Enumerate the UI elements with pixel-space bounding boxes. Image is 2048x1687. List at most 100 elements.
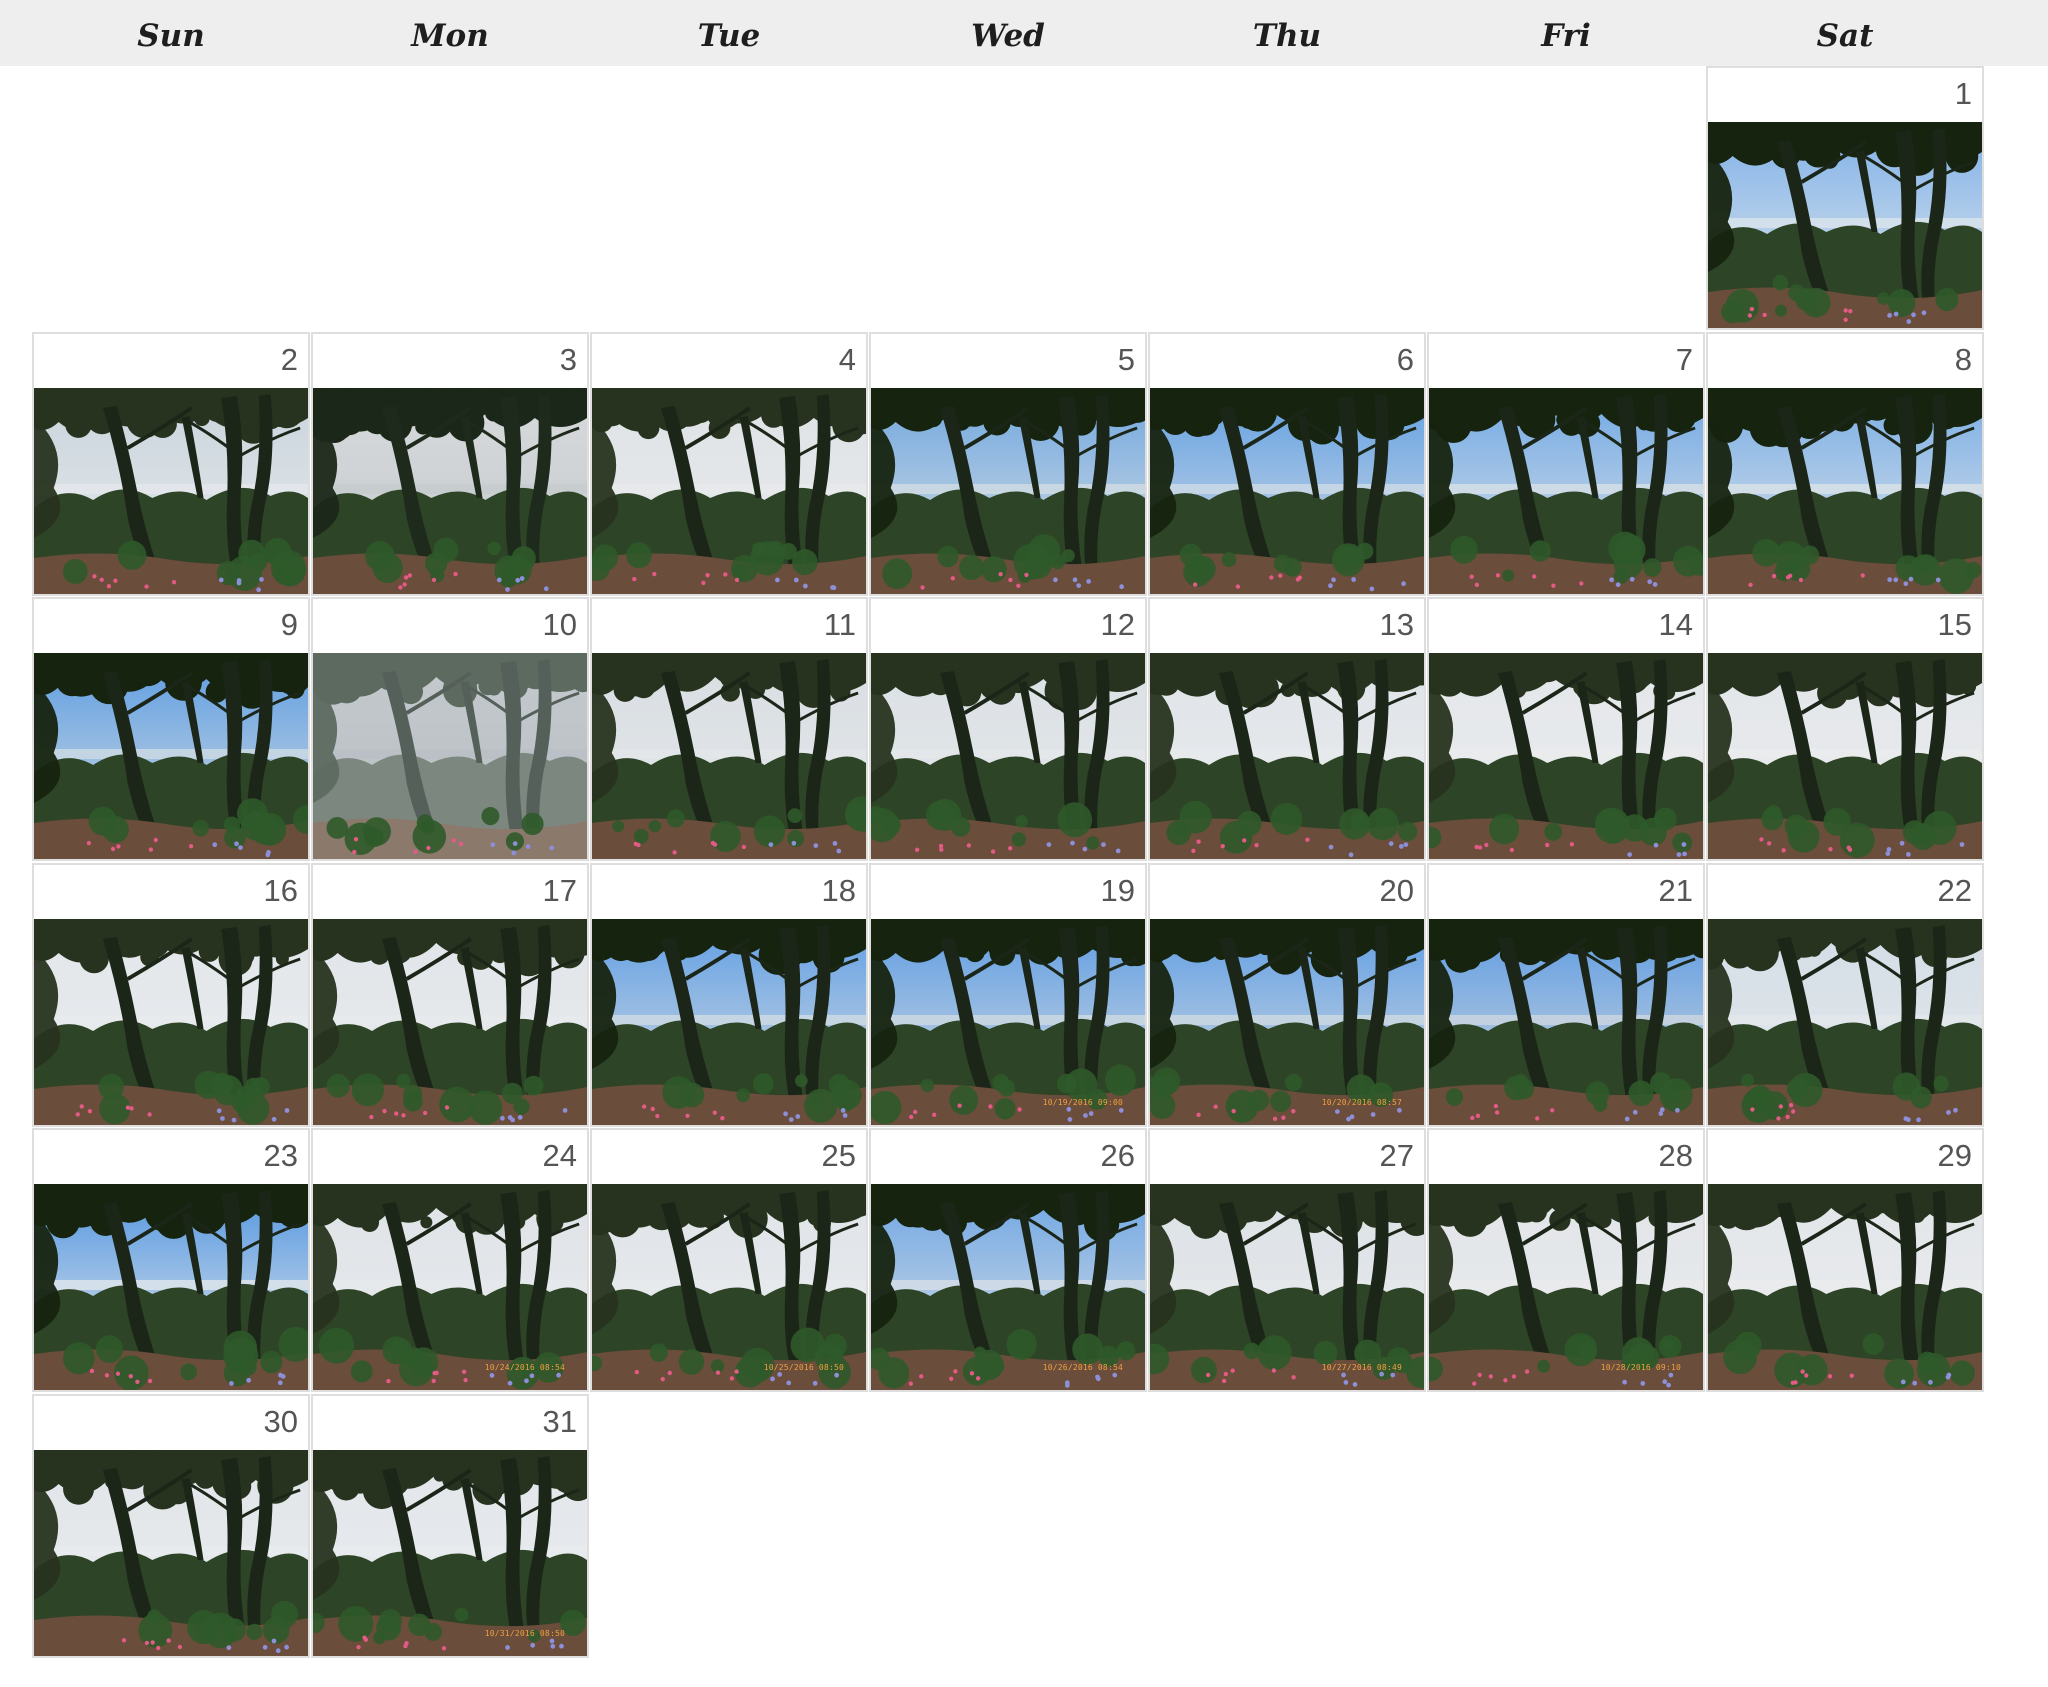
day-photo-thumbnail[interactable]: [592, 388, 866, 594]
day-number: 3: [559, 342, 577, 377]
day-photo-thumbnail[interactable]: [871, 653, 1145, 859]
day-cell-29[interactable]: 29: [1706, 1128, 1984, 1392]
photo-timestamp: 10/26/2016 08:54: [1042, 1363, 1123, 1372]
day-number: 2: [280, 342, 298, 377]
day-photo-thumbnail[interactable]: 10/19/2016 09:00: [871, 919, 1145, 1125]
day-cell-18[interactable]: 18: [590, 863, 868, 1127]
day-cell-7[interactable]: 7: [1427, 332, 1705, 596]
day-photo-thumbnail[interactable]: [592, 919, 866, 1125]
day-cell-31[interactable]: 31 10/31/2016 08:50: [311, 1394, 589, 1658]
day-cell-10[interactable]: 10: [311, 597, 589, 861]
day-cell-22[interactable]: 22: [1706, 863, 1984, 1127]
day-number: 26: [1100, 1138, 1135, 1173]
day-photo-thumbnail[interactable]: [1708, 388, 1982, 594]
photo-timestamp: 10/24/2016 08:54: [484, 1363, 565, 1372]
day-number: 23: [263, 1138, 298, 1173]
day-cell-11[interactable]: 11: [590, 597, 868, 861]
day-photo-thumbnail[interactable]: [34, 1184, 308, 1390]
day-number: 22: [1937, 873, 1972, 908]
day-photo-thumbnail[interactable]: 10/28/2016 09:10: [1429, 1184, 1703, 1390]
day-cell-17[interactable]: 17: [311, 863, 589, 1127]
day-photo-thumbnail[interactable]: [34, 919, 308, 1125]
day-number: 15: [1937, 607, 1972, 642]
day-photo-thumbnail[interactable]: [1429, 388, 1703, 594]
day-photo-thumbnail[interactable]: [313, 653, 587, 859]
day-number: 11: [823, 607, 856, 642]
day-number: 17: [542, 873, 577, 908]
day-cell-23[interactable]: 23: [32, 1128, 310, 1392]
day-number: 9: [280, 607, 298, 642]
day-photo-thumbnail[interactable]: [1708, 1184, 1982, 1390]
day-cell-20[interactable]: 20 10/20/2016 08:57: [1148, 863, 1426, 1127]
day-number: 1: [1954, 76, 1972, 111]
day-cell-1[interactable]: 1: [1706, 66, 1984, 330]
day-number: 27: [1379, 1138, 1414, 1173]
day-number: 4: [838, 342, 856, 377]
photo-timestamp: 10/25/2016 08:50: [763, 1363, 844, 1372]
day-cell-9[interactable]: 9: [32, 597, 310, 861]
day-cell-3[interactable]: 3: [311, 332, 589, 596]
day-number: 5: [1117, 342, 1135, 377]
day-number: 29: [1937, 1138, 1972, 1173]
day-photo-thumbnail[interactable]: [1150, 653, 1424, 859]
day-cell-14[interactable]: 14: [1427, 597, 1705, 861]
day-photo-thumbnail[interactable]: [313, 388, 587, 594]
day-number: 14: [1658, 607, 1693, 642]
day-number: 31: [542, 1404, 577, 1439]
photo-timestamp: 10/20/2016 08:57: [1321, 1098, 1402, 1107]
day-photo-thumbnail[interactable]: [313, 919, 587, 1125]
day-number: 25: [821, 1138, 856, 1173]
day-photo-thumbnail[interactable]: [871, 388, 1145, 594]
day-photo-thumbnail[interactable]: 10/31/2016 08:50: [313, 1450, 587, 1656]
day-cell-4[interactable]: 4: [590, 332, 868, 596]
day-cell-25[interactable]: 25 10/25/2016 08:50: [590, 1128, 868, 1392]
day-cell-26[interactable]: 26 10/26/2016 08:54: [869, 1128, 1147, 1392]
day-photo-thumbnail[interactable]: [1150, 388, 1424, 594]
photo-timestamp: 10/28/2016 09:10: [1600, 1363, 1681, 1372]
day-cell-2[interactable]: 2: [32, 332, 310, 596]
day-number: 19: [1100, 873, 1135, 908]
day-photo-thumbnail[interactable]: [1708, 919, 1982, 1125]
day-photo-thumbnail[interactable]: [34, 388, 308, 594]
day-cell-8[interactable]: 8: [1706, 332, 1984, 596]
day-photo-thumbnail[interactable]: [592, 653, 866, 859]
day-photo-thumbnail[interactable]: [34, 1450, 308, 1656]
day-cell-12[interactable]: 12: [869, 597, 1147, 861]
day-number: 7: [1675, 342, 1693, 377]
day-photo-thumbnail[interactable]: [1708, 653, 1982, 859]
day-photo-thumbnail[interactable]: 10/24/2016 08:54: [313, 1184, 587, 1390]
day-number: 16: [263, 873, 298, 908]
day-number: 6: [1396, 342, 1414, 377]
day-cell-21[interactable]: 21: [1427, 863, 1705, 1127]
day-cell-5[interactable]: 5: [869, 332, 1147, 596]
day-cell-19[interactable]: 19 10/19/2016 09:00: [869, 863, 1147, 1127]
day-number: 18: [821, 873, 856, 908]
day-number: 20: [1379, 873, 1414, 908]
day-photo-thumbnail[interactable]: [1429, 653, 1703, 859]
day-photo-thumbnail[interactable]: [34, 653, 308, 859]
day-photo-thumbnail[interactable]: 10/20/2016 08:57: [1150, 919, 1424, 1125]
day-cell-16[interactable]: 16: [32, 863, 310, 1127]
day-number: 10: [542, 607, 577, 642]
day-cell-30[interactable]: 30: [32, 1394, 310, 1658]
photo-timestamp: 10/31/2016 08:50: [484, 1629, 565, 1638]
photo-timestamp: 10/19/2016 09:00: [1042, 1098, 1123, 1107]
day-photo-thumbnail[interactable]: [1708, 122, 1982, 328]
day-photo-thumbnail[interactable]: [1429, 919, 1703, 1125]
day-number: 24: [542, 1138, 577, 1173]
day-cell-28[interactable]: 28 10/28/2016 09:10: [1427, 1128, 1705, 1392]
day-photo-thumbnail[interactable]: 10/26/2016 08:54: [871, 1184, 1145, 1390]
day-cell-15[interactable]: 15: [1706, 597, 1984, 861]
photo-timestamp: 10/27/2016 08:49: [1321, 1363, 1402, 1372]
day-cell-27[interactable]: 27 10/27/2016 08:49: [1148, 1128, 1426, 1392]
day-number: 28: [1658, 1138, 1693, 1173]
day-photo-thumbnail[interactable]: 10/25/2016 08:50: [592, 1184, 866, 1390]
day-cell-24[interactable]: 24 10/24/2016 08:54: [311, 1128, 589, 1392]
day-number: 21: [1658, 873, 1693, 908]
day-photo-thumbnail[interactable]: 10/27/2016 08:49: [1150, 1184, 1424, 1390]
day-number: 8: [1954, 342, 1972, 377]
day-cell-13[interactable]: 13: [1148, 597, 1426, 861]
calendar-grid: 1 2 3 4 5 6 7 8 9 10 11 12 13 14 15 16 17 18 19 10/19/2016 …: [0, 0, 2048, 1687]
day-number: 12: [1100, 607, 1135, 642]
day-cell-6[interactable]: 6: [1148, 332, 1426, 596]
